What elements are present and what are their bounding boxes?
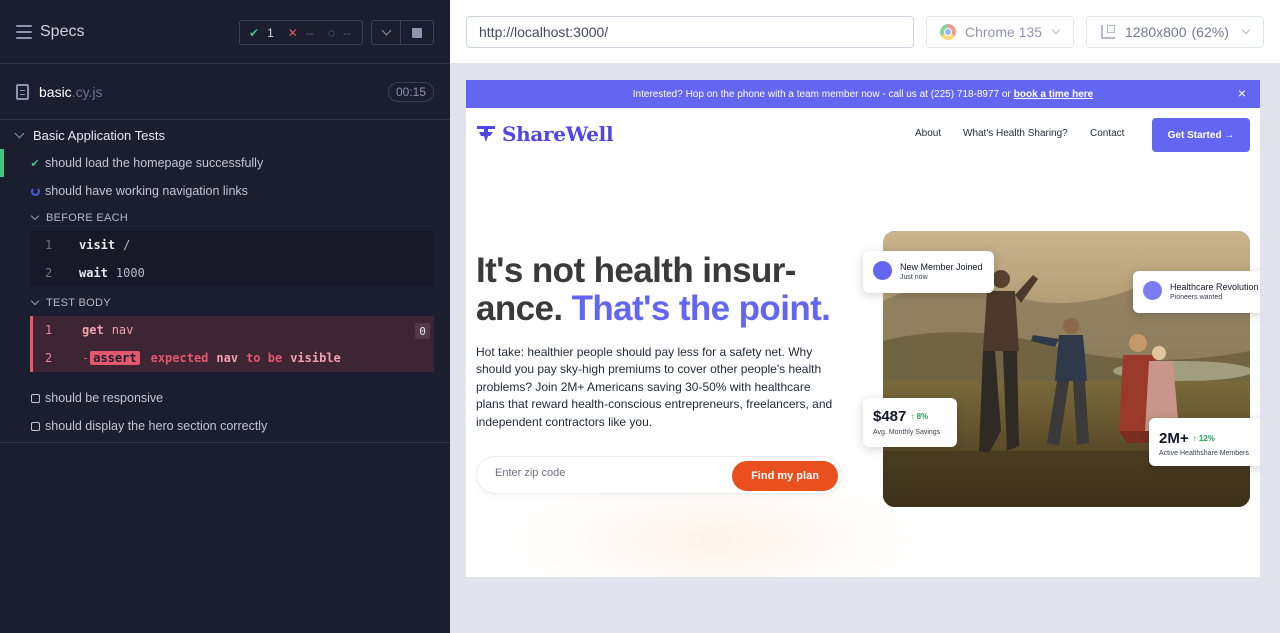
- nav-health-sharing-link[interactable]: What's Health Sharing?: [963, 128, 1068, 139]
- app-under-test-panel: Chrome 135 1280x800 (62%) Interested? Ho…: [450, 0, 1280, 633]
- test-item[interactable]: should be responsive: [0, 384, 450, 412]
- divider: [0, 442, 450, 443]
- viewport-selector[interactable]: 1280x800 (62%): [1086, 16, 1264, 48]
- hook-before-each[interactable]: BEFORE EACH: [0, 205, 450, 231]
- members-stat-card: 2M+ ↑ 12% Active Healthshare Members: [1149, 418, 1260, 466]
- test-item[interactable]: should have working navigation links: [0, 177, 450, 205]
- new-member-card: New Member Joined Just now: [863, 251, 994, 293]
- browser-toolbar: Chrome 135 1280x800 (62%): [450, 0, 1280, 64]
- savings-stat-card: $487 ↑ 8% Avg. Monthly Savings: [863, 398, 957, 447]
- assert-tag: assert: [90, 351, 140, 365]
- chevron-down-icon: [30, 211, 40, 221]
- command-row[interactable]: 1 visit /: [30, 231, 434, 259]
- logo[interactable]: ShareWell: [476, 122, 614, 146]
- spinner-icon: [29, 186, 41, 196]
- users-icon: [1143, 281, 1162, 300]
- specs-title[interactable]: Specs: [40, 23, 84, 41]
- spec-file-ext: .cy.js: [71, 83, 103, 100]
- test-title: should have working navigation links: [45, 184, 248, 198]
- failed-stat: ✕ --: [287, 25, 314, 40]
- close-icon[interactable]: ×: [1238, 86, 1246, 100]
- command-row[interactable]: 1 get nav 0: [33, 316, 434, 344]
- ruler-icon: [1101, 25, 1115, 39]
- before-each-commands: 1 visit / 2 wait 1000: [30, 231, 434, 287]
- run-duration: 00:15: [387, 82, 434, 102]
- test-item[interactable]: should display the hero section correctl…: [0, 412, 450, 440]
- specs-list-icon[interactable]: [16, 24, 32, 39]
- pending-square-icon: [29, 421, 41, 431]
- check-icon: ✔: [30, 157, 40, 170]
- hero-body: Hot take: healthier people should pay le…: [476, 345, 833, 429]
- test-body-commands: 1 get nav 0 2 - assert expected nav to b…: [30, 316, 434, 372]
- test-stats: ✔ 1 ✕ -- ◌ --: [239, 20, 363, 45]
- pending-square-icon: [29, 393, 41, 403]
- reporter-panel: Specs ✔ 1 ✕ -- ◌ -- basic .cy.js 00:15 B…: [0, 0, 450, 633]
- chevron-down-icon: [1241, 25, 1251, 35]
- announcement-bar: Interested? Hop on the phone with a team…: [466, 80, 1260, 108]
- circle-notch-icon: ◌: [327, 25, 335, 40]
- healthcare-revolution-card: Healthcare Revolution Pioneers wanted: [1133, 271, 1260, 313]
- zip-input[interactable]: Enter zip code: [495, 467, 565, 479]
- chevron-down-icon: [1051, 25, 1061, 35]
- test-title: should load the homepage successfully: [45, 156, 264, 170]
- element-count-badge: 0: [415, 323, 430, 339]
- logo-icon: [477, 126, 495, 142]
- toggle-auto-scroll-button[interactable]: [371, 20, 401, 45]
- get-started-button[interactable]: Get Started →: [1152, 118, 1250, 152]
- command-row[interactable]: 2 wait 1000: [30, 259, 434, 287]
- user-icon: [873, 261, 892, 280]
- passed-stat: ✔ 1: [249, 25, 274, 40]
- book-time-link[interactable]: book a time here: [1014, 89, 1093, 100]
- check-icon: ✔: [249, 25, 260, 40]
- pending-stat: ◌ --: [327, 25, 351, 40]
- browser-selector[interactable]: Chrome 135: [926, 16, 1074, 48]
- document-icon: [16, 83, 29, 100]
- chevron-down-icon: [381, 25, 391, 36]
- test-item[interactable]: ✔ should load the homepage successfully: [0, 149, 450, 177]
- chrome-icon: [940, 24, 956, 40]
- test-title: should display the hero section correctl…: [45, 419, 268, 433]
- spec-file-row[interactable]: basic .cy.js 00:15: [0, 64, 450, 120]
- url-input[interactable]: [466, 16, 914, 48]
- hero-title: It's not health insur- ance. That's the …: [476, 251, 831, 328]
- find-plan-button[interactable]: Find my plan: [732, 461, 838, 491]
- stop-icon: [412, 27, 422, 38]
- chevron-down-icon: [14, 128, 25, 138]
- nav-contact-link[interactable]: Contact: [1090, 128, 1124, 139]
- spec-file-name: basic: [39, 83, 72, 100]
- suite-title: Basic Application Tests: [33, 127, 165, 143]
- hook-test-body[interactable]: TEST BODY: [0, 290, 450, 316]
- stop-button[interactable]: [401, 20, 434, 45]
- zip-form: Enter zip code Find my plan: [476, 456, 842, 494]
- site-nav: ShareWell About What's Health Sharing? C…: [466, 108, 1260, 160]
- command-row-failed[interactable]: 2 - assert expected nav to be visible: [33, 344, 434, 372]
- nav-about-link[interactable]: About: [915, 128, 941, 139]
- x-icon: ✕: [287, 25, 298, 40]
- chevron-down-icon: [30, 296, 40, 306]
- suite-header[interactable]: Basic Application Tests: [0, 121, 450, 149]
- website-viewport: Interested? Hop on the phone with a team…: [466, 80, 1260, 577]
- reporter-header: Specs ✔ 1 ✕ -- ◌ --: [0, 0, 450, 64]
- test-title: should be responsive: [45, 391, 164, 405]
